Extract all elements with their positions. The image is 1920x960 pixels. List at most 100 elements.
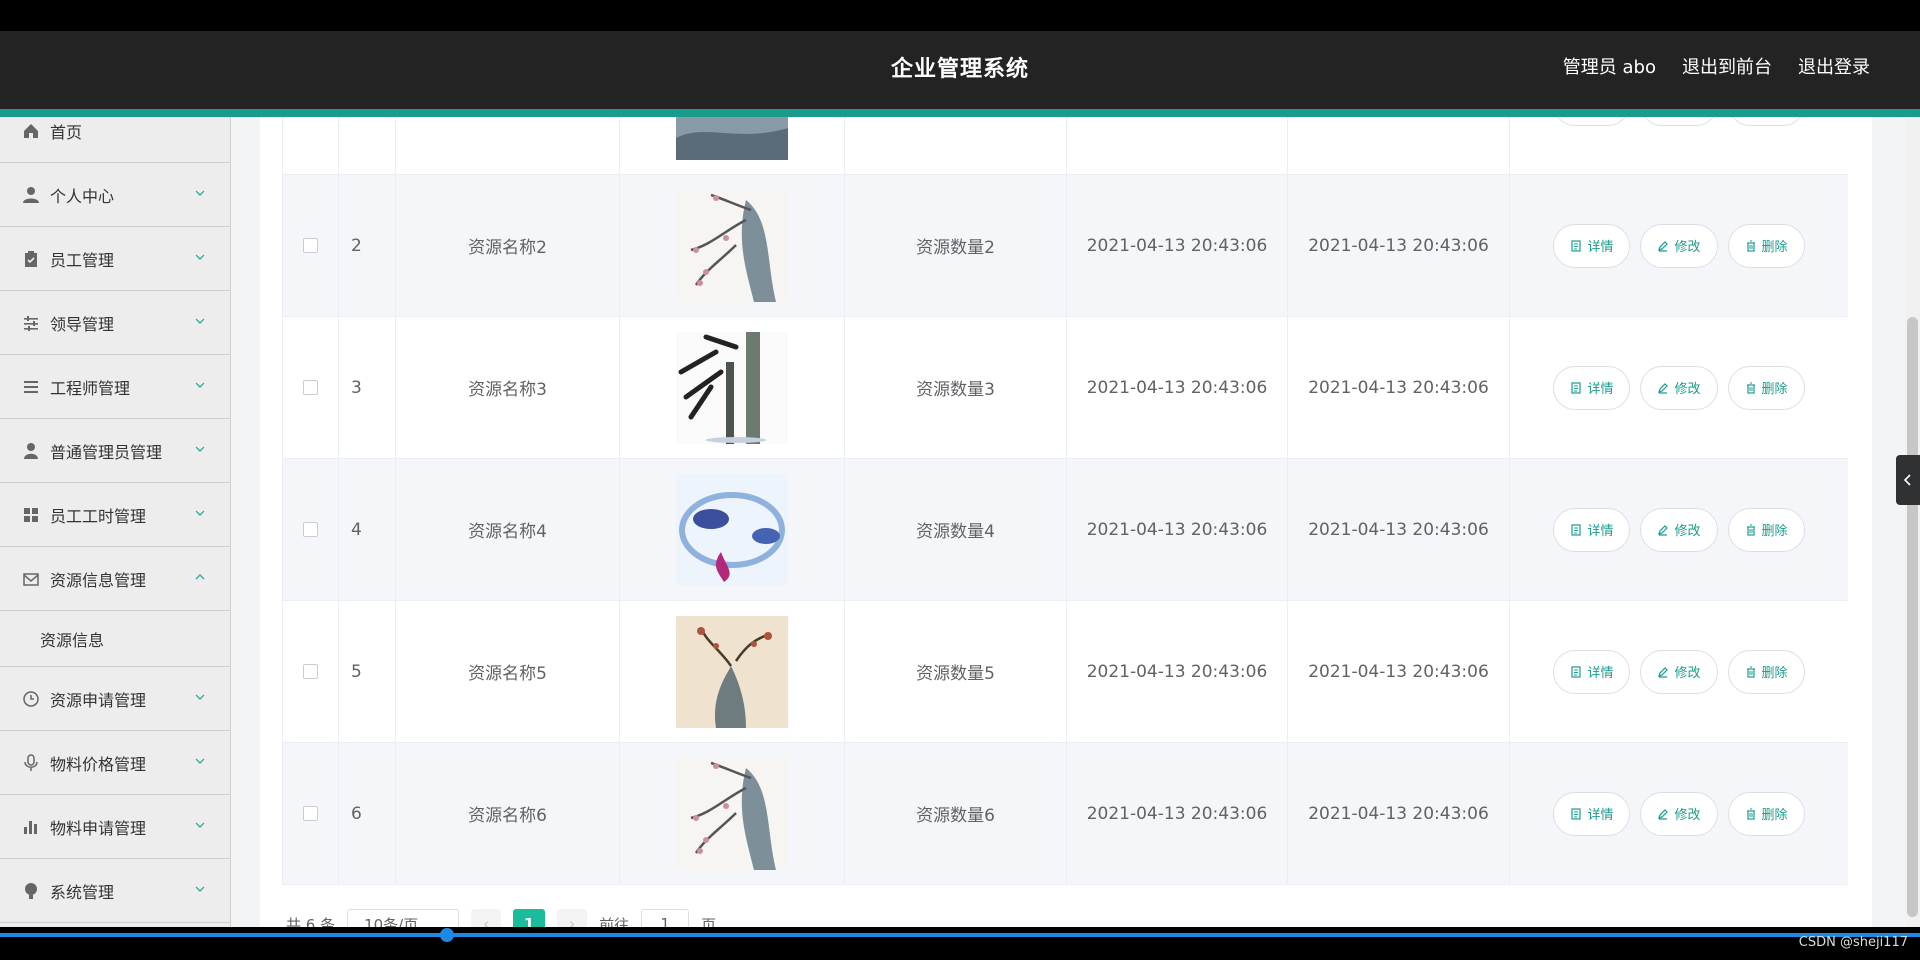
sidebar-item[interactable]: 员工工时管理 <box>0 483 230 547</box>
bar-chart-icon <box>22 818 40 836</box>
video-control-bar: CSDN @sheji117 <box>0 927 1920 960</box>
resource-table: 1资源名称1资源数量12021-04-13 20:43:062021-04-13… <box>282 117 1848 885</box>
table-row: 5 资源名称5 资源数量5 2021-04-13 20:43:06 2021-04-13… <box>283 601 1848 743</box>
edit-button[interactable]: 修改 <box>1640 117 1718 126</box>
resource-image[interactable] <box>676 117 788 160</box>
edit-button-label: 修改 <box>1674 808 1701 823</box>
app-window: 企业管理系统 管理员 abo 退出到前台 退出登录 首页个人中心 员工管理 领导管理… <box>0 31 1920 927</box>
home-icon <box>22 122 40 140</box>
sidebar-item[interactable]: 系统管理 <box>0 859 230 923</box>
row-checkbox[interactable] <box>303 522 318 537</box>
detail-button-label: 详情 <box>1587 240 1614 255</box>
detail-button[interactable]: 详情 <box>1553 223 1631 268</box>
prev-page-button[interactable]: ‹ <box>471 909 502 927</box>
top-header: 企业管理系统 管理员 abo 退出到前台 退出登录 <box>0 31 1920 109</box>
video-progress-bar[interactable] <box>0 933 1920 937</box>
sidebar-item-label: 首页 <box>50 122 83 142</box>
edit-button[interactable]: 修改 <box>1640 507 1718 552</box>
clipboard-icon <box>22 250 40 268</box>
edit-button[interactable]: 修改 <box>1640 223 1718 268</box>
delete-button[interactable]: 删除 <box>1727 117 1805 126</box>
resource-image[interactable] <box>676 473 788 586</box>
panel-toggle-button[interactable] <box>1896 455 1920 505</box>
scrollbar-thumb[interactable] <box>1907 317 1918 917</box>
resource-image[interactable] <box>676 331 788 444</box>
row-checkbox-cell <box>283 601 339 742</box>
updated-time: 2021-04-13 20:43:06 <box>1288 601 1510 742</box>
next-page-button[interactable]: › <box>557 909 588 927</box>
detail-button[interactable]: 详情 <box>1553 649 1631 694</box>
delete-button-label: 删除 <box>1761 240 1788 255</box>
resource-image[interactable] <box>676 189 788 302</box>
document-icon <box>1570 665 1582 678</box>
sidebar-item[interactable]: 资源信息管理 <box>0 547 230 611</box>
row-checkbox[interactable] <box>303 380 318 395</box>
chevron-up-icon <box>193 569 207 583</box>
sidebar-item[interactable]: 员工管理 <box>0 227 230 291</box>
sidebar-item[interactable]: 工程师管理 <box>0 355 230 419</box>
edit-button[interactable]: 修改 <box>1640 791 1718 836</box>
chevron-down-icon <box>193 689 207 703</box>
resource-quantity: 资源数量2 <box>845 175 1067 316</box>
row-checkbox[interactable] <box>303 238 318 253</box>
chevron-down-icon <box>193 817 207 831</box>
table-row: 2 资源名称2 资源数量2 2021-04-13 20:43:06 2021-04-13… <box>283 175 1848 317</box>
updated-time: 2021-04-13 20:43:06 <box>1288 117 1510 174</box>
delete-button[interactable]: 删除 <box>1727 223 1805 268</box>
delete-button[interactable]: 删除 <box>1727 649 1805 694</box>
row-checkbox[interactable] <box>303 806 318 821</box>
detail-button[interactable]: 详情 <box>1553 507 1631 552</box>
current-page-button[interactable]: 1 <box>513 909 546 927</box>
sidebar-item[interactable]: 首页 <box>0 117 230 163</box>
user-icon <box>22 186 40 204</box>
detail-button[interactable]: 详情 <box>1553 117 1631 126</box>
goto-suffix: 页 <box>701 915 717 928</box>
row-checkbox-cell <box>283 459 339 600</box>
sidebar-item[interactable]: 普通管理员管理 <box>0 419 230 483</box>
sidebar-subitem-resource-info[interactable]: 资源信息 <box>0 611 230 667</box>
detail-button[interactable]: 详情 <box>1553 791 1631 836</box>
video-progress-knob[interactable] <box>440 928 454 942</box>
table-row: 4 资源名称4 资源数量4 2021-04-13 20:43:06 2021-04-13… <box>283 459 1848 601</box>
resource-name: 资源名称6 <box>396 743 620 884</box>
page-size-select[interactable]: 10条/页 <box>347 909 460 927</box>
logout-link[interactable]: 退出登录 <box>1798 53 1870 79</box>
sidebar-item[interactable]: 个人中心 <box>0 163 230 227</box>
created-time: 2021-04-13 20:43:06 <box>1067 317 1288 458</box>
delete-button[interactable]: 删除 <box>1727 791 1805 836</box>
header-accent-line <box>0 109 1920 117</box>
microphone-icon <box>22 753 40 772</box>
sidebar-item[interactable]: 资源申请管理 <box>0 667 230 731</box>
sidebar-item-label: 物料价格管理 <box>50 754 147 774</box>
resource-image[interactable] <box>676 615 788 728</box>
pencil-icon <box>1657 524 1669 536</box>
sidebar-item-label: 资源信息管理 <box>50 570 147 590</box>
sidebar-item[interactable]: 物料价格管理 <box>0 731 230 795</box>
chevron-down-icon <box>193 881 207 895</box>
edit-button[interactable]: 修改 <box>1640 649 1718 694</box>
detail-button-label: 详情 <box>1587 382 1614 397</box>
detail-button[interactable]: 详情 <box>1553 365 1631 410</box>
pencil-icon <box>1657 808 1669 820</box>
back-to-front-link[interactable]: 退出到前台 <box>1682 53 1772 79</box>
row-actions: 详情 修改 删除 <box>1510 459 1848 600</box>
resource-quantity: 资源数量5 <box>845 601 1067 742</box>
row-checkbox[interactable] <box>303 664 318 679</box>
resource-image[interactable] <box>676 757 788 870</box>
detail-button-label: 详情 <box>1587 524 1614 539</box>
delete-button[interactable]: 删除 <box>1727 507 1805 552</box>
detail-button-label: 详情 <box>1587 808 1614 823</box>
pencil-icon <box>1657 382 1669 394</box>
edit-button[interactable]: 修改 <box>1640 365 1718 410</box>
sidebar-item-label: 普通管理员管理 <box>50 442 163 462</box>
resource-quantity: 资源数量1 <box>845 117 1067 174</box>
delete-button[interactable]: 删除 <box>1727 365 1805 410</box>
list-icon <box>22 378 40 396</box>
detail-button-label: 详情 <box>1587 666 1614 681</box>
grid-icon <box>22 506 40 524</box>
goto-page-input[interactable]: 1 <box>641 909 690 927</box>
sidebar-item[interactable]: 领导管理 <box>0 291 230 355</box>
resource-name: 资源名称5 <box>396 601 620 742</box>
sidebar-item[interactable]: 物料申请管理 <box>0 795 230 859</box>
delete-button-label: 删除 <box>1761 524 1788 539</box>
